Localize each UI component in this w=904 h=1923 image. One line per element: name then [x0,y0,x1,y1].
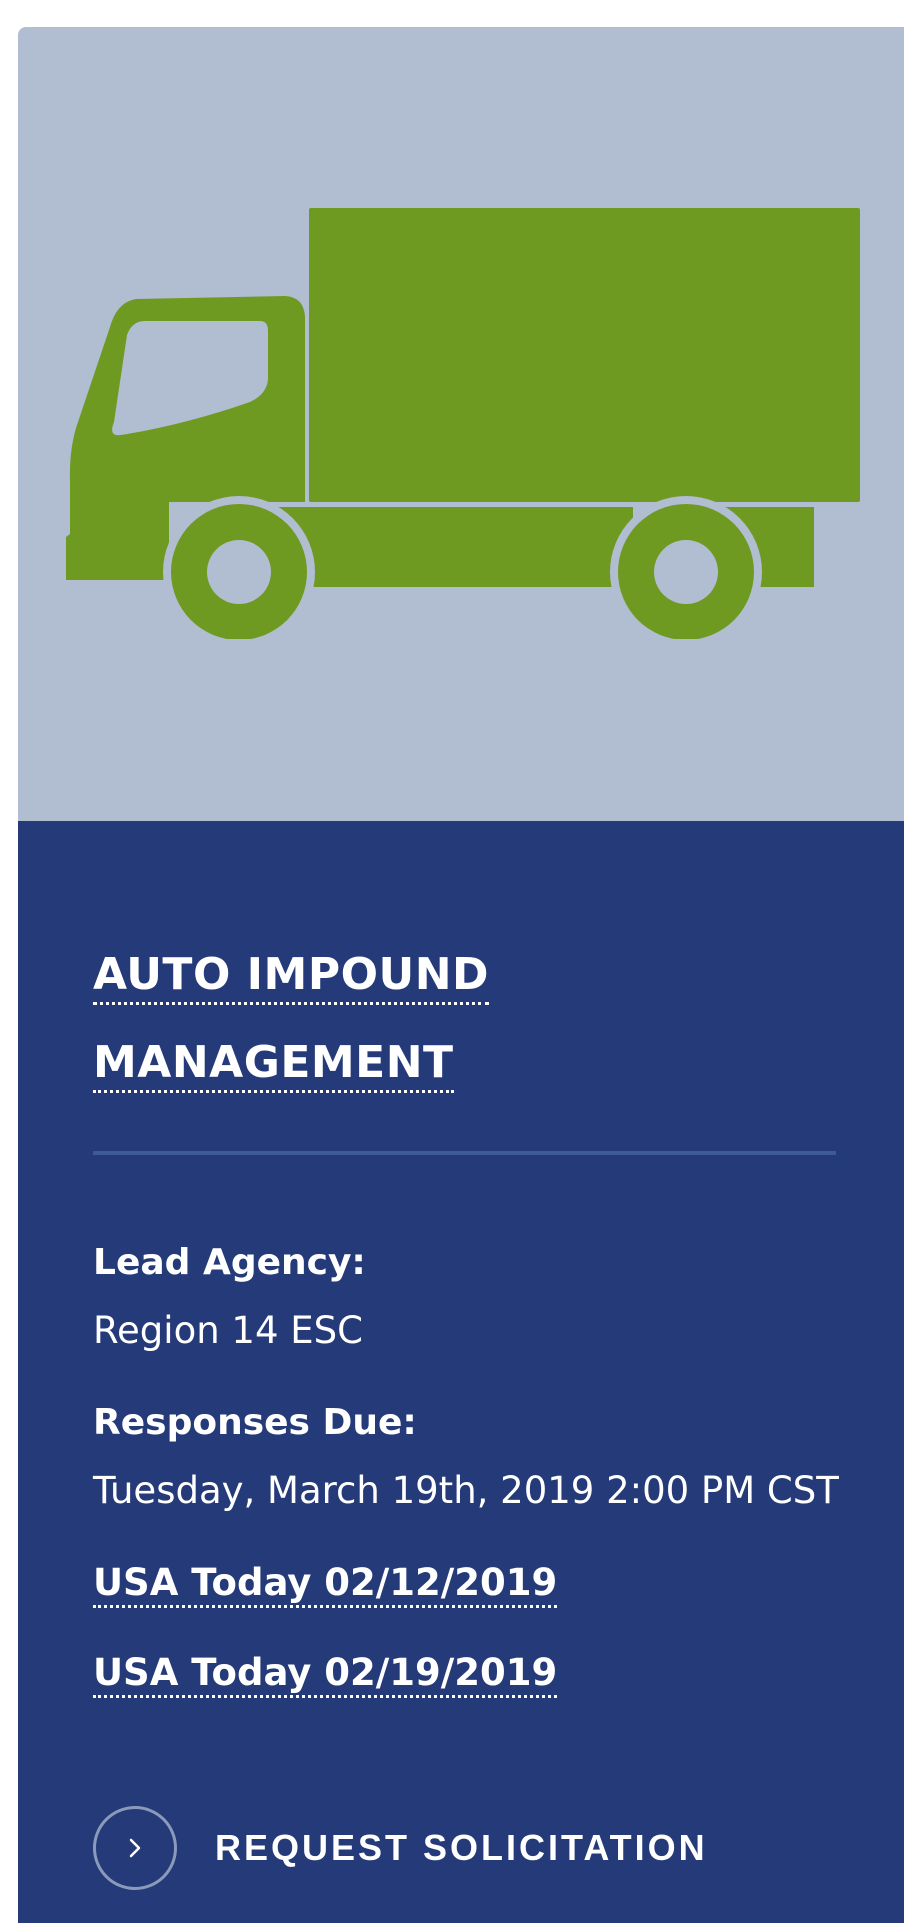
solicitation-title: AUTO IMPOUND MANAGEMENT [93,931,793,1107]
card-image [18,27,904,821]
responses-due-value: Tuesday, March 19th, 2019 2:00 PM CST [93,1469,839,1512]
lead-agency-value: Region 14 ESC [93,1309,363,1352]
title-link-line1[interactable]: AUTO IMPOUND [93,949,490,1005]
cta-circle[interactable] [93,1806,177,1890]
lead-agency-label: Lead Agency: [93,1242,366,1283]
request-solicitation-label: REQUEST SOLICITATION [215,1827,708,1868]
solicitation-card: AUTO IMPOUND MANAGEMENT Lead Agency: Reg… [18,27,904,1923]
responses-due-label: Responses Due: [93,1402,417,1443]
usa-today-link-1[interactable]: USA Today 02/12/2019 [93,1561,558,1608]
divider [93,1151,836,1155]
request-solicitation-button[interactable]: REQUEST SOLICITATION [93,1806,708,1890]
chevron-right-icon [129,1838,141,1858]
title-link-line2[interactable]: MANAGEMENT [93,1037,454,1093]
card-details: AUTO IMPOUND MANAGEMENT Lead Agency: Reg… [18,821,904,1923]
box-truck-icon [66,208,860,669]
usa-today-link-2[interactable]: USA Today 02/19/2019 [93,1651,558,1698]
